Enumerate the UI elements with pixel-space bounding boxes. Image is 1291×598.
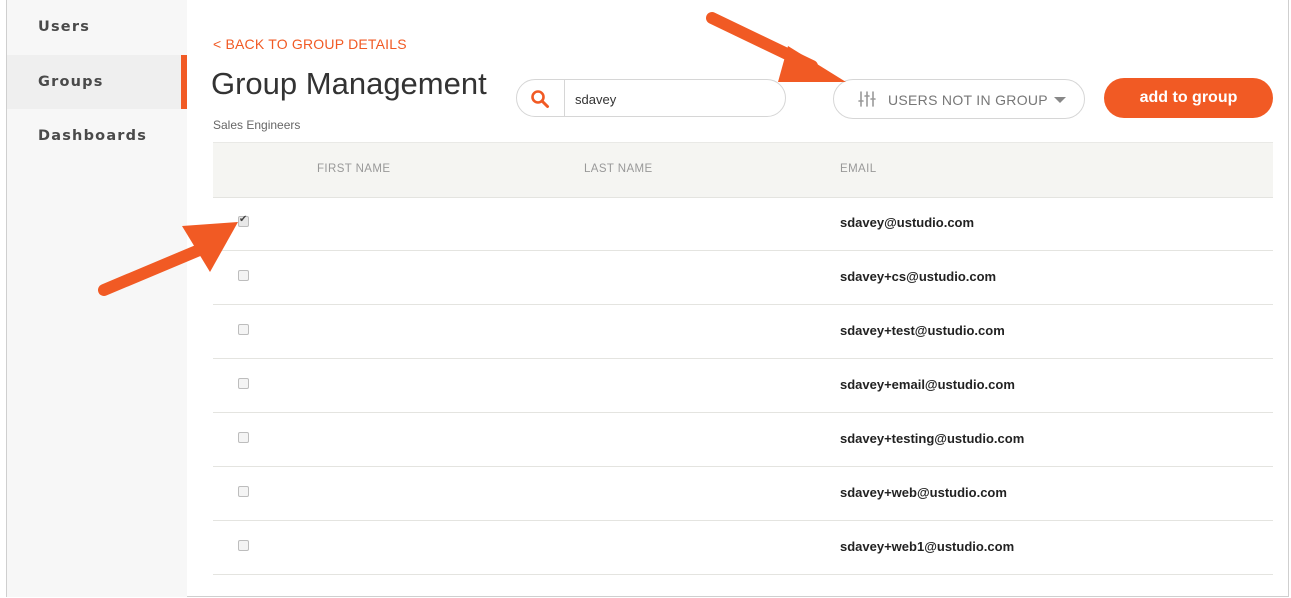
sidebar-item-users[interactable]: Users <box>7 0 187 54</box>
table-header: FIRST NAME LAST NAME EMAIL <box>213 142 1273 198</box>
table-row: sdavey+web@ustudio.com <box>213 467 1273 521</box>
page-title: Group Management <box>211 66 487 101</box>
row-checkbox[interactable] <box>238 486 249 497</box>
sidebar-item-groups[interactable]: Groups <box>7 55 187 109</box>
column-header-first-name[interactable]: FIRST NAME <box>317 163 390 175</box>
back-to-group-details-link[interactable]: < BACK TO GROUP DETAILS <box>213 36 407 52</box>
search-box[interactable] <box>516 79 786 117</box>
email-cell: sdavey+cs@ustudio.com <box>840 269 997 284</box>
table-row: sdavey+email@ustudio.com <box>213 359 1273 413</box>
filter-selected-label: USERS NOT IN GROUP <box>888 92 1048 108</box>
row-checkbox[interactable] <box>238 324 249 335</box>
row-checkbox[interactable] <box>238 270 249 281</box>
table-row: sdavey+testing@ustudio.com <box>213 413 1273 467</box>
search-icon[interactable] <box>530 89 550 109</box>
row-checkbox[interactable] <box>238 378 249 389</box>
sidebar-item-label: Dashboards <box>38 128 148 144</box>
row-checkbox[interactable] <box>238 432 249 443</box>
email-cell: sdavey+web@ustudio.com <box>840 485 1007 500</box>
email-cell: sdavey+web1@ustudio.com <box>840 539 1015 554</box>
group-name-subtitle: Sales Engineers <box>213 118 301 132</box>
table-row: sdavey+cs@ustudio.com <box>213 251 1273 305</box>
sliders-icon <box>858 91 876 107</box>
email-cell: sdavey+test@ustudio.com <box>840 323 1005 338</box>
add-to-group-button[interactable]: add to group <box>1104 78 1273 118</box>
email-cell: sdavey+testing@ustudio.com <box>840 431 1025 446</box>
email-cell: sdavey@ustudio.com <box>840 215 975 230</box>
search-divider <box>564 80 565 116</box>
table-row: sdavey@ustudio.com <box>213 197 1273 251</box>
table-row: sdavey+web1@ustudio.com <box>213 521 1273 575</box>
table-row: sdavey+test@ustudio.com <box>213 305 1273 359</box>
row-checkbox[interactable] <box>238 540 249 551</box>
column-header-email[interactable]: EMAIL <box>840 163 877 175</box>
sidebar-item-dashboards[interactable]: Dashboards <box>7 109 187 163</box>
sidebar-item-label: Users <box>38 19 91 35</box>
column-header-last-name[interactable]: LAST NAME <box>584 163 653 175</box>
membership-filter-dropdown[interactable]: USERS NOT IN GROUP <box>833 79 1085 119</box>
sidebar-item-label: Groups <box>38 74 104 90</box>
row-checkbox[interactable] <box>238 214 249 227</box>
search-input[interactable] <box>573 86 777 112</box>
email-cell: sdavey+email@ustudio.com <box>840 377 1015 392</box>
chevron-down-icon <box>1054 97 1066 103</box>
sidebar: Users Groups Dashboards <box>7 0 187 597</box>
